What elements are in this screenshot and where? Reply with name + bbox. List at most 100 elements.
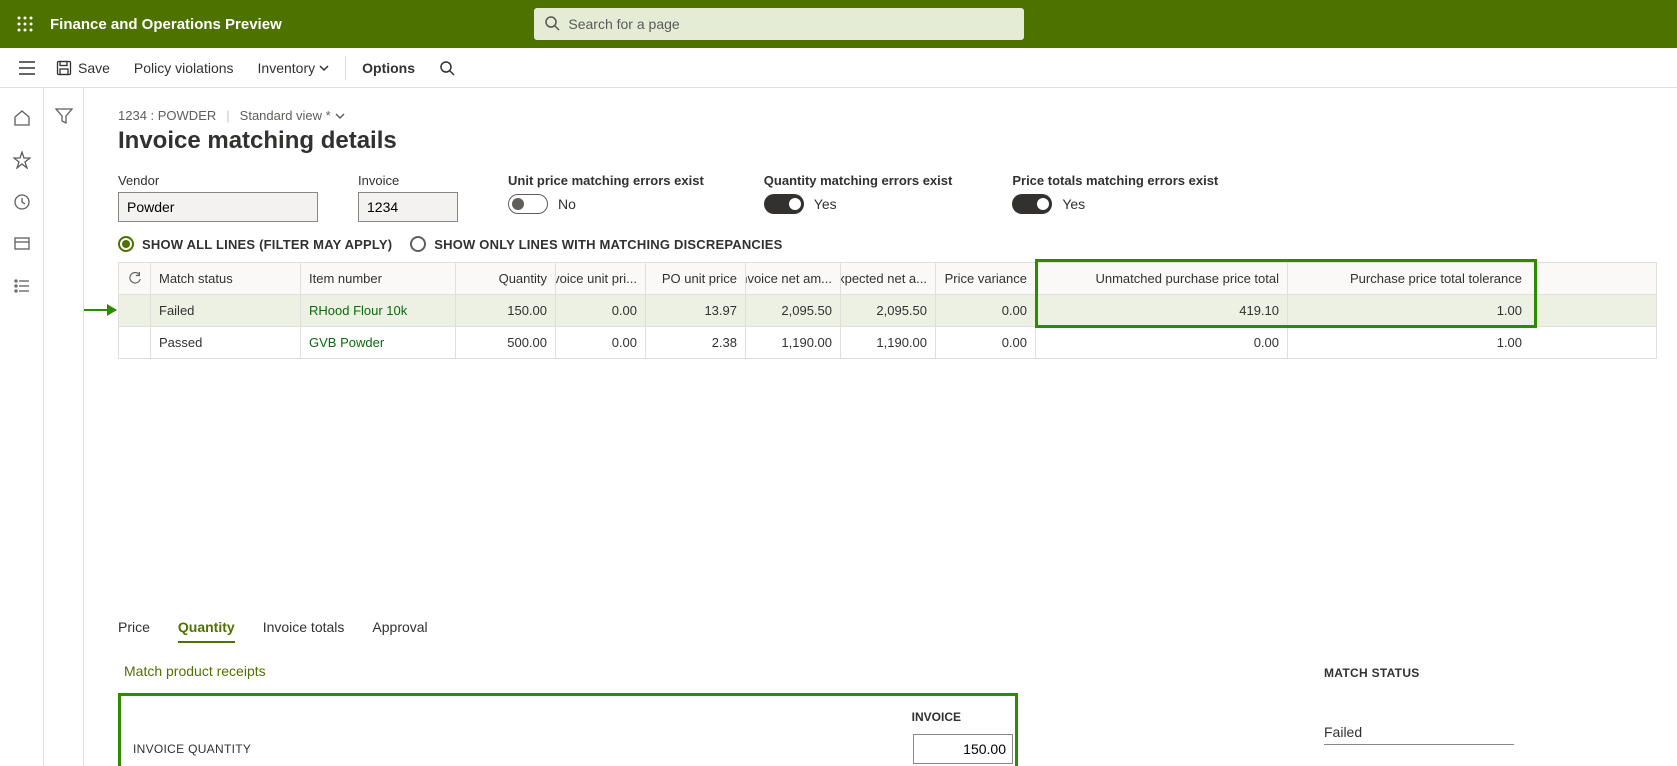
col-invoice-unit-price[interactable]: Invoice unit pri... [556, 263, 646, 294]
quantity-toggle[interactable] [764, 194, 804, 214]
cell-match: Passed [151, 327, 301, 358]
vendor-label: Vendor [118, 173, 318, 188]
invoice-column-header: INVOICE [133, 710, 1013, 724]
home-icon[interactable] [12, 108, 32, 128]
breadcrumb-path: 1234 : POWDER [118, 108, 216, 123]
matching-grid: Match status Item number Quantity Invoic… [118, 262, 1657, 359]
table-row[interactable]: Passed GVB Powder 500.00 0.00 2.38 1,190… [119, 327, 1656, 359]
price-totals-toggle[interactable] [1012, 194, 1052, 214]
grid-header: Match status Item number Quantity Invoic… [119, 263, 1656, 295]
breadcrumb-view[interactable]: Standard view * [240, 108, 345, 123]
refresh-header[interactable] [119, 263, 151, 294]
col-quantity[interactable]: Quantity [456, 263, 556, 294]
invoice-input[interactable] [358, 192, 458, 222]
view-label: Standard view * [240, 108, 331, 123]
tab-invoice-totals[interactable]: Invoice totals [263, 619, 345, 643]
col-match-status[interactable]: Match status [151, 263, 301, 294]
cell-ppt: 1.00 [1288, 295, 1530, 326]
cell-upt: 0.00 [1036, 327, 1288, 358]
invoice-quantity-label: INVOICE QUANTITY [133, 742, 251, 756]
cell-iup: 0.00 [556, 295, 646, 326]
search-icon [544, 15, 560, 36]
chevron-down-icon [319, 60, 329, 76]
tab-approval[interactable]: Approval [372, 619, 427, 643]
cell-upt: 419.10 [1036, 295, 1288, 326]
cell-pup: 2.38 [646, 327, 746, 358]
col-invoice-net[interactable]: Invoice net am... [746, 263, 841, 294]
search-input[interactable] [534, 8, 1024, 40]
left-rail [0, 88, 44, 766]
col-item-number[interactable]: Item number [301, 263, 456, 294]
quantity-toggle-state: Yes [814, 196, 837, 212]
policy-violations-button[interactable]: Policy violations [122, 48, 246, 88]
price-totals-toggle-state: Yes [1062, 196, 1085, 212]
page-title: Invoice matching details [118, 127, 1657, 155]
waffle-icon[interactable] [10, 9, 40, 39]
cell-match: Failed [151, 295, 301, 326]
col-expected-net[interactable]: Expected net a... [841, 263, 936, 294]
workspace-icon[interactable] [12, 234, 32, 254]
policy-label: Policy violations [134, 60, 234, 76]
app-title: Finance and Operations Preview [50, 16, 282, 33]
cell-item[interactable]: RHood Flour 10k [301, 295, 456, 326]
arrow-annotation [84, 309, 116, 311]
price-totals-errors-label: Price totals matching errors exist [1012, 173, 1218, 188]
tab-price[interactable]: Price [118, 619, 150, 643]
match-status-value: Failed [1324, 724, 1514, 745]
find-button[interactable] [427, 48, 467, 88]
cell-iup: 0.00 [556, 327, 646, 358]
cell-ena: 1,190.00 [841, 327, 936, 358]
col-unmatched-total[interactable]: Unmatched purchase price total [1036, 263, 1288, 294]
unit-price-toggle-state: No [558, 196, 576, 212]
action-bar: Save Policy violations Inventory Options [0, 48, 1677, 88]
main-content: 1234 : POWDER | Standard view * Invoice … [84, 88, 1677, 766]
cell-item[interactable]: GVB Powder [301, 327, 456, 358]
recent-icon[interactable] [12, 192, 32, 212]
save-label: Save [78, 60, 110, 76]
inventory-label: Inventory [258, 60, 316, 76]
detail-tabs: Price Quantity Invoice totals Approval [118, 619, 1657, 643]
filter-icon[interactable] [54, 106, 74, 126]
breadcrumb: 1234 : POWDER | Standard view * [118, 108, 1657, 123]
match-status-block: MATCH STATUS Failed [1324, 666, 1514, 745]
cell-ina: 2,095.50 [746, 295, 841, 326]
modules-icon[interactable] [12, 276, 32, 296]
options-button[interactable]: Options [350, 48, 427, 88]
unit-price-toggle[interactable] [508, 194, 548, 214]
header-fields: Vendor Invoice Unit price matching error… [118, 173, 1657, 222]
search-wrap [534, 8, 1024, 40]
vendor-input[interactable] [118, 192, 318, 222]
cell-ina: 1,190.00 [746, 327, 841, 358]
save-button[interactable]: Save [44, 48, 122, 88]
cell-pv: 0.00 [936, 327, 1036, 358]
cell-ena: 2,095.50 [841, 295, 936, 326]
cell-pv: 0.00 [936, 295, 1036, 326]
options-label: Options [362, 60, 415, 76]
match-status-label: MATCH STATUS [1324, 666, 1514, 680]
invoice-quantity-input[interactable] [913, 734, 1013, 764]
breadcrumb-separator: | [226, 108, 229, 123]
filter-column [44, 88, 84, 766]
show-only-discrepancies-radio[interactable]: SHOW ONLY LINES WITH MATCHING DISCREPANC… [410, 236, 782, 252]
quantity-panel-highlight: INVOICE INVOICE QUANTITY TOTAL PRODUCT R… [118, 693, 1018, 766]
quantity-errors-label: Quantity matching errors exist [764, 173, 953, 188]
table-row[interactable]: Failed RHood Flour 10k 150.00 0.00 13.97… [119, 295, 1656, 327]
show-all-radio[interactable]: SHOW ALL LINES (FILTER MAY APPLY) [118, 236, 392, 252]
col-price-variance[interactable]: Price variance [936, 263, 1036, 294]
cell-qty: 150.00 [456, 295, 556, 326]
app-bar: Finance and Operations Preview [0, 0, 1677, 48]
invoice-label: Invoice [358, 173, 458, 188]
show-all-label: SHOW ALL LINES (FILTER MAY APPLY) [142, 237, 392, 252]
star-icon[interactable] [12, 150, 32, 170]
show-only-label: SHOW ONLY LINES WITH MATCHING DISCREPANC… [434, 237, 782, 252]
hamburger-icon[interactable] [10, 48, 44, 88]
tab-quantity[interactable]: Quantity [178, 619, 235, 643]
cell-qty: 500.00 [456, 327, 556, 358]
unit-price-errors-label: Unit price matching errors exist [508, 173, 704, 188]
col-po-unit-price[interactable]: PO unit price [646, 263, 746, 294]
cell-ppt: 1.00 [1288, 327, 1530, 358]
cell-pup: 13.97 [646, 295, 746, 326]
filter-radio-group: SHOW ALL LINES (FILTER MAY APPLY) SHOW O… [118, 236, 1657, 252]
inventory-menu[interactable]: Inventory [246, 48, 342, 88]
col-price-tolerance[interactable]: Purchase price total tolerance [1288, 263, 1530, 294]
